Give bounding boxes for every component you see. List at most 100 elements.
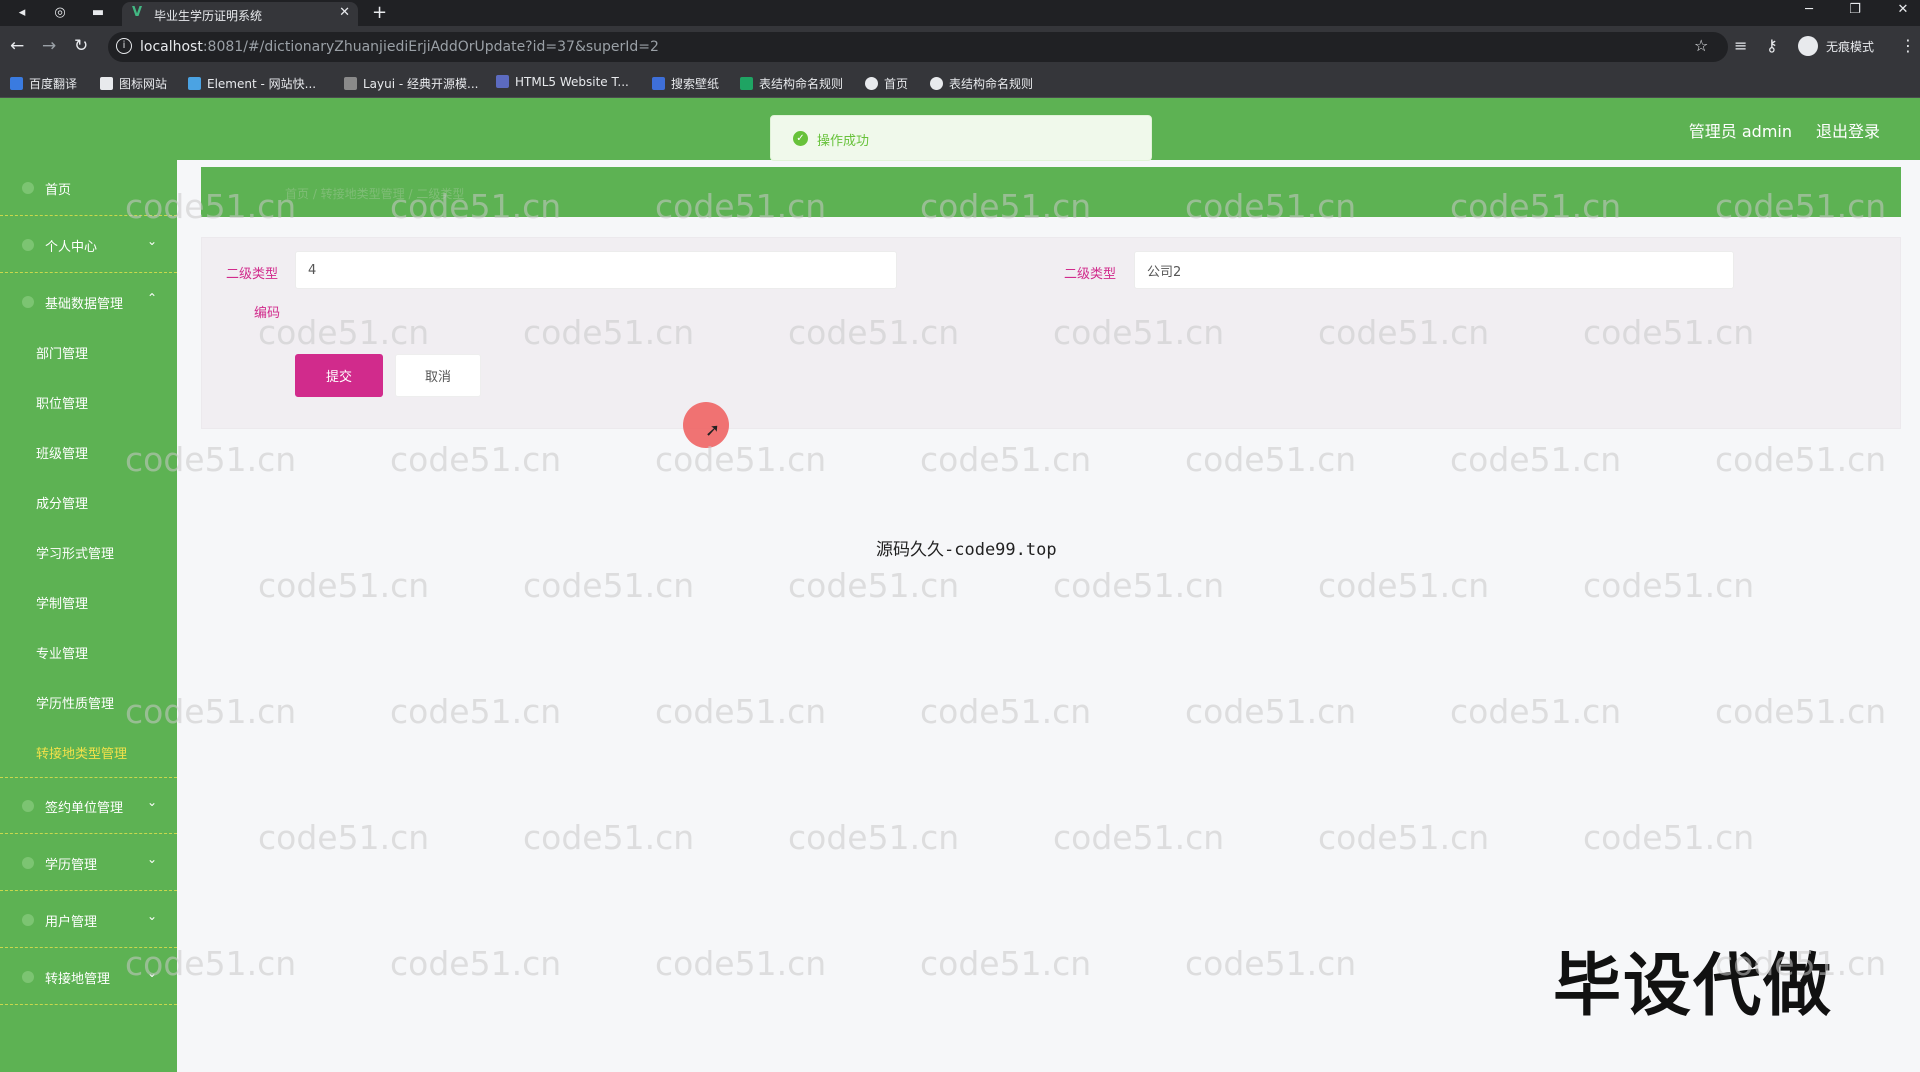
watermark: code51.cn: [655, 944, 827, 983]
new-tab-icon[interactable]: +: [372, 2, 387, 23]
watermark: code51.cn: [920, 944, 1092, 983]
chevron-down-icon: ⌄: [146, 852, 157, 866]
watermark: code51.cn: [390, 440, 562, 479]
chevron-down-icon: ⌄: [146, 966, 157, 980]
watermark: code51.cn: [1715, 692, 1887, 731]
sidebar-subitem[interactable]: 部门管理: [36, 343, 88, 362]
browser-tab-bar: ◂ ◎ ▬ V 毕业生学历证明系统 ✕ + ─ ❐ ✕: [0, 0, 1920, 26]
sidebar-item-label: 学历管理: [45, 858, 98, 873]
window-icon[interactable]: ▬: [88, 3, 108, 23]
sidebar-subitem[interactable]: 成分管理: [36, 493, 88, 512]
watermark: code51.cn: [1053, 566, 1225, 605]
tab-menu-icon[interactable]: ◂: [12, 3, 32, 23]
bookmark-item[interactable]: 首页: [865, 75, 908, 92]
watermark: code51.cn: [390, 944, 562, 983]
sidebar-item-education[interactable]: 学历管理 ⌄: [0, 835, 177, 891]
browser-tab-active[interactable]: V 毕业生学历证明系统 ✕: [122, 2, 358, 26]
chevron-down-icon: ⌄: [146, 234, 157, 248]
sidebar-subitem-active[interactable]: 转接地类型管理: [36, 743, 127, 762]
browser-address-bar: ← → ↻ i localhost:8081/#/dictionaryZhuan…: [0, 26, 1920, 68]
close-window-icon[interactable]: ✕: [1888, 2, 1918, 17]
bookmark-item[interactable]: Element - 网站快...: [188, 75, 316, 92]
sidebar-subitem[interactable]: 职位管理: [36, 393, 88, 412]
sidebar-item-label: 个人中心: [45, 240, 98, 255]
level2-type-name-input[interactable]: [1134, 251, 1734, 289]
more-menu-icon[interactable]: ⋮: [1900, 36, 1916, 55]
sidebar-subitem[interactable]: 学制管理: [36, 593, 88, 612]
chevron-down-icon: ⌄: [146, 909, 157, 923]
globe-icon[interactable]: ◎: [50, 3, 70, 23]
url-field[interactable]: i localhost:8081/#/dictionaryZhuanjiediE…: [108, 32, 1728, 62]
toast-message: 操作成功: [817, 134, 870, 149]
watermark: code51.cn: [523, 566, 695, 605]
bookmark-item[interactable]: 表结构命名规则: [930, 75, 1033, 92]
sidebar-item-personal[interactable]: 个人中心 ⌄: [0, 217, 177, 273]
bookmark-item[interactable]: 搜索壁纸: [652, 75, 719, 92]
back-icon[interactable]: ←: [10, 36, 24, 56]
watermark: code51.cn: [1185, 440, 1357, 479]
watermark: code51.cn: [1318, 818, 1490, 857]
sidebar-item-label: 用户管理: [45, 915, 98, 930]
sidebar-item-label: 签约单位管理: [45, 801, 124, 816]
sidebar-item-label: 转接地管理: [45, 972, 111, 987]
breadcrumb: 首页 / 转接地类型管理 / 二级类型: [285, 187, 465, 201]
key-icon[interactable]: ⚷: [1766, 36, 1778, 55]
star-icon[interactable]: ☆: [1694, 36, 1708, 55]
watermark: code51.cn: [1583, 818, 1755, 857]
users-icon: [22, 914, 34, 926]
watermark: code51.cn: [1450, 692, 1622, 731]
submit-button[interactable]: 提交: [295, 354, 383, 397]
reading-list-icon[interactable]: ≡: [1734, 36, 1747, 55]
sidebar-subitem[interactable]: 学习形式管理: [36, 543, 114, 562]
sidebar-subitem[interactable]: 专业管理: [36, 643, 88, 662]
breadcrumb-bar: 首页 / 转接地类型管理 / 二级类型: [201, 167, 1901, 217]
watermark: code51.cn: [920, 440, 1092, 479]
watermark: code51.cn: [523, 818, 695, 857]
sidebar-item-basic-data[interactable]: 基础数据管理 ⌃: [0, 274, 177, 330]
sidebar-subitem[interactable]: 班级管理: [36, 443, 88, 462]
sidebar-item-signing-unit[interactable]: 签约单位管理 ⌄: [0, 778, 177, 834]
user-icon: [22, 239, 34, 251]
watermark: code51.cn: [1318, 566, 1490, 605]
sidebar-subitem[interactable]: 学历性质管理: [36, 693, 114, 712]
bookmark-item[interactable]: HTML5 Website T...: [496, 75, 629, 89]
watermark: code51.cn: [788, 818, 960, 857]
cancel-button[interactable]: 取消: [395, 354, 481, 397]
logout-link[interactable]: 退出登录: [1816, 118, 1880, 142]
watermark: code51.cn: [788, 566, 960, 605]
tab-title: 毕业生学历证明系统: [154, 9, 263, 23]
field-label-code: 编码: [254, 306, 281, 321]
restore-icon[interactable]: ❐: [1840, 2, 1870, 17]
database-icon: [22, 296, 34, 308]
sidebar-item-home[interactable]: 首页: [0, 160, 177, 216]
forward-icon[interactable]: →: [42, 36, 56, 56]
watermark: code51.cn: [1450, 440, 1622, 479]
chevron-up-icon: ⌃: [146, 291, 157, 305]
watermark: code51.cn: [258, 818, 430, 857]
mouse-cursor-icon: ➚: [705, 420, 721, 441]
watermark: code51.cn: [1185, 692, 1357, 731]
promo-text: 毕设代做: [1553, 947, 1834, 1026]
site-info-icon[interactable]: i: [116, 38, 132, 54]
incognito-icon[interactable]: [1798, 36, 1818, 56]
bookmark-item[interactable]: Layui - 经典开源模...: [344, 75, 478, 92]
transfer-icon: [22, 971, 34, 983]
edit-form: 二级类型 二级类型 编码 提交 取消: [201, 237, 1901, 429]
minimize-icon[interactable]: ─: [1794, 2, 1824, 17]
reload-icon[interactable]: ↻: [74, 36, 88, 56]
watermark: code51.cn: [1185, 944, 1357, 983]
home-icon: [22, 182, 34, 194]
watermark: code51.cn: [655, 440, 827, 479]
watermark: code51.cn: [920, 692, 1092, 731]
bookmark-item[interactable]: 图标网站: [100, 75, 167, 92]
bookmark-item[interactable]: 百度翻译: [10, 75, 77, 92]
level2-type-input[interactable]: [295, 251, 897, 289]
sidebar-item-label: 基础数据管理: [45, 297, 124, 312]
tab-close-icon[interactable]: ✕: [339, 5, 350, 20]
sidebar-item-users[interactable]: 用户管理 ⌄: [0, 892, 177, 948]
sidebar-item-transfer[interactable]: 转接地管理 ⌄: [0, 949, 177, 1005]
success-toast: ✓ 操作成功: [770, 115, 1152, 161]
watermark: code51.cn: [655, 692, 827, 731]
check-circle-icon: ✓: [793, 131, 808, 146]
bookmark-item[interactable]: 表结构命名规则: [740, 75, 843, 92]
